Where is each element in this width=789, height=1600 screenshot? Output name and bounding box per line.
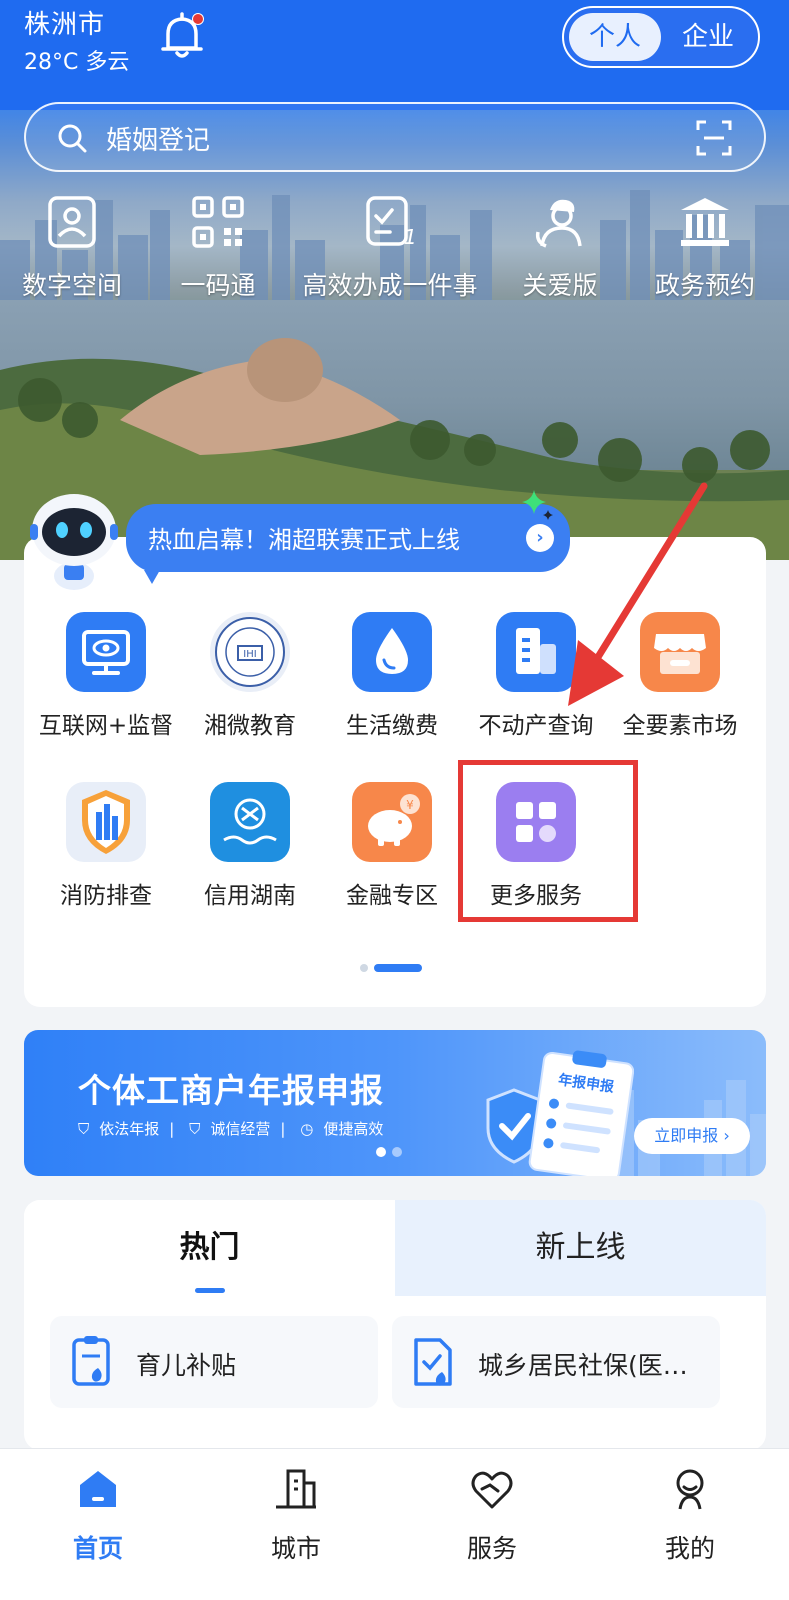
nav-home[interactable]: 首页 [38,1465,158,1565]
tab-new[interactable]: 新上线 [395,1200,766,1296]
annual-report-banner[interactable]: 个体工商户年报申报 ⛉ 依法年报 | ⛉ 诚信经营 | ◷ 便捷高效 年报申报 立即申报 … [24,1030,766,1176]
nav-label: 我的 [664,1534,715,1563]
service-label: 互联网+监督 [38,713,174,739]
quick-action-label: 数字空间 [21,271,122,300]
bubble-tail [144,570,160,584]
sparkle-icon [522,490,553,520]
item-label: 城乡居民社保(医… [478,1351,688,1380]
service-label: 生活缴费 [346,713,438,739]
shield-check-icon: ⛉ [189,1120,201,1138]
tab-hot[interactable]: 热门 [24,1200,395,1296]
hero-banner: 株洲市 28°C 多云 个人 企业 婚姻登记 数字空间 一码通 1 高效办成一件… [0,0,789,560]
home-icon [80,1471,116,1507]
quick-action-care-mode[interactable]: 关爱版 [512,194,608,302]
quick-action-label: 关爱版 [522,271,598,300]
banner-title: 个体工商户年报申报 [78,1071,384,1110]
quick-action-one-thing[interactable]: 1 高效办成一件事 [292,194,488,302]
list-item[interactable]: 城乡居民社保(医… [392,1316,720,1408]
banner-tag: 依法年报 [99,1120,160,1138]
service-utility-payment[interactable]: 生活缴费 [322,612,462,740]
shield-check-icon: ⛉ [78,1120,90,1138]
page-dot-active [374,963,422,972]
service-fire-inspection[interactable]: 消防排查 [36,782,176,910]
service-label: 消防排查 [60,883,152,909]
clock-icon: ◷ [300,1120,314,1138]
service-internet-supervision[interactable]: 互联网+监督 [36,612,176,740]
nav-mine[interactable]: 我的 [630,1465,750,1565]
quick-action-label: 高效办成一件事 [302,271,478,300]
list-item[interactable]: 育儿补贴 [50,1316,378,1408]
person-badge-icon [48,196,96,248]
banner-dot-active [376,1147,386,1157]
checklist-icon: 1 [366,196,417,249]
mode-toggle[interactable]: 个人 企业 [562,6,760,68]
nav-service[interactable]: 服务 [432,1465,552,1565]
service-xiangwei-education[interactable]: IHI 湘微教育 [180,612,320,740]
nav-city[interactable]: 城市 [236,1465,356,1565]
banner-dot [392,1147,402,1157]
monitor-eye-icon [66,612,146,692]
banner-indicator [376,1142,408,1161]
quick-action-appointment[interactable]: 政务预约 [645,194,765,302]
service-label: 信用湖南 [204,883,296,909]
service-credit-hunan[interactable]: 信用湖南 [180,782,320,910]
search-bar[interactable]: 婚姻登记 [24,102,766,172]
nav-label: 城市 [270,1534,321,1563]
svg-text:IHI: IHI [243,649,256,660]
user-icon [676,1469,704,1510]
heart-hands-icon [471,1471,513,1509]
water-drop-icon [352,612,432,692]
apply-now-button[interactable]: 立即申报 › [634,1118,750,1154]
item-label: 育儿补贴 [136,1351,237,1380]
service-finance-zone[interactable]: ¥ 金融专区 [322,782,462,910]
search-input[interactable]: 婚姻登记 [106,120,210,157]
document-check-icon [414,1338,452,1386]
announcement-bubble[interactable]: 热血启幕！湘超联赛正式上线 › [126,504,570,584]
school-seal-icon: IHI [210,612,290,692]
banner-tag: 诚信经营 [210,1120,271,1138]
svg-text:1: 1 [404,225,417,249]
service-label: 湘微教育 [204,713,296,739]
tab-underline [195,1288,225,1293]
city-icon [276,1469,316,1509]
toggle-enterprise[interactable]: 企业 [662,13,754,61]
service-label: 金融专区 [346,883,438,909]
banner-tag: 便捷高效 [323,1120,384,1138]
city-name[interactable]: 株洲市 [24,4,105,41]
bottom-navigation: 首页 城市 服务 我的 [0,1448,789,1600]
assistant-robot-icon[interactable] [28,490,120,590]
scan-icon[interactable] [696,120,732,156]
weather-info: 28°C 多云 [24,50,130,75]
quick-action-digital-space[interactable]: 数字空间 [14,194,130,302]
notification-dot [192,13,204,25]
document-icon [72,1336,110,1386]
clipboard-report-icon: 年报申报 [486,1050,634,1176]
care-person-icon [535,199,582,248]
piggy-bank-icon: ¥ [352,782,432,862]
nav-label: 首页 [72,1534,123,1563]
quick-action-qr-pass[interactable]: 一码通 [168,194,268,302]
highlight-box [458,760,638,922]
quick-action-label: 政务预约 [654,271,755,300]
search-icon [58,124,87,153]
page-indicator [360,957,428,976]
svg-text:¥: ¥ [406,798,414,812]
red-arrow-annotation [568,482,708,706]
government-building-icon [681,198,729,246]
banner-tags: ⛉ 依法年报 | ⛉ 诚信经营 | ◷ 便捷高效 [78,1118,393,1139]
page-dot [360,963,368,972]
apply-now-label: 立即申报 [654,1126,719,1145]
announcement-text: 热血启幕！湘超联赛正式上线 [148,526,460,554]
fire-shield-icon [66,782,146,862]
service-list-panel: 新上线 热门 育儿补贴 城乡居民社保(医… [24,1200,766,1450]
divider: | [280,1120,286,1138]
nav-label: 服务 [466,1534,517,1563]
qr-code-icon [192,196,244,248]
credit-hunan-icon [210,782,290,862]
chevron-right-icon: › [526,524,554,552]
divider: | [169,1120,175,1138]
toggle-personal[interactable]: 个人 [569,13,661,61]
quick-action-label: 一码通 [180,271,256,300]
